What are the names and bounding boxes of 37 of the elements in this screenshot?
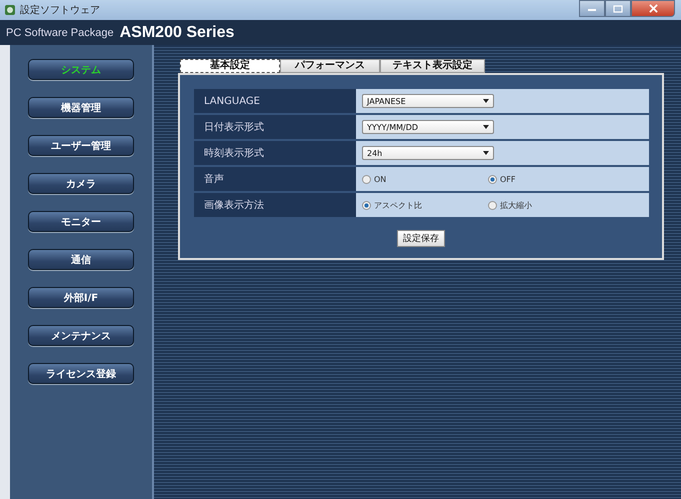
dropdown-arrow-icon <box>483 99 489 103</box>
save-settings-button[interactable]: 設定保存 <box>397 230 445 247</box>
setting-label: 画像表示方法 <box>194 193 356 217</box>
tab[interactable]: 基本設定 <box>180 59 280 73</box>
close-icon <box>648 4 658 13</box>
dropdown[interactable]: JAPANESE <box>362 94 494 108</box>
setting-label: 音声 <box>194 167 356 191</box>
setting-label: 時刻表示形式 <box>194 141 356 165</box>
sidebar-button[interactable]: ユーザー管理 <box>28 135 134 156</box>
window-title: 設定ソフトウェア <box>20 4 100 17</box>
minimize-button[interactable] <box>579 0 605 17</box>
maximize-icon <box>613 4 623 12</box>
setting-label: 日付表示形式 <box>194 115 356 139</box>
sidebar-button[interactable]: システム <box>28 59 134 80</box>
sidebar-button[interactable]: 通信 <box>28 249 134 270</box>
radio-option[interactable]: 拡大縮小 <box>488 200 614 210</box>
sidebar-button[interactable]: 機器管理 <box>28 97 134 118</box>
dropdown[interactable]: YYYY/MM/DD <box>362 120 494 134</box>
sidebar-button[interactable]: カメラ <box>28 173 134 194</box>
sidebar-button[interactable]: 外部I/F <box>28 287 134 308</box>
close-button[interactable] <box>631 0 675 17</box>
tab[interactable]: パフォーマンス <box>280 59 380 73</box>
header-subtitle: PC Software Package <box>6 26 114 38</box>
dropdown-arrow-icon <box>483 151 489 155</box>
radio-option[interactable]: OFF <box>488 174 614 184</box>
tab[interactable]: テキスト表示設定 <box>380 59 485 73</box>
radio-option[interactable]: ON <box>362 174 488 184</box>
sidebar-button[interactable]: モニター <box>28 211 134 232</box>
setting-label: LANGUAGE <box>194 89 356 113</box>
sidebar-button[interactable]: メンテナンス <box>28 325 134 346</box>
maximize-button[interactable] <box>605 0 631 17</box>
product-name: ASM200 Series <box>120 24 234 42</box>
radio-option[interactable]: アスペクト比 <box>362 200 488 210</box>
dropdown-arrow-icon <box>483 125 489 129</box>
app-icon <box>4 4 16 16</box>
sidebar-button[interactable]: ライセンス登録 <box>28 363 134 384</box>
dropdown[interactable]: 24h <box>362 146 494 160</box>
